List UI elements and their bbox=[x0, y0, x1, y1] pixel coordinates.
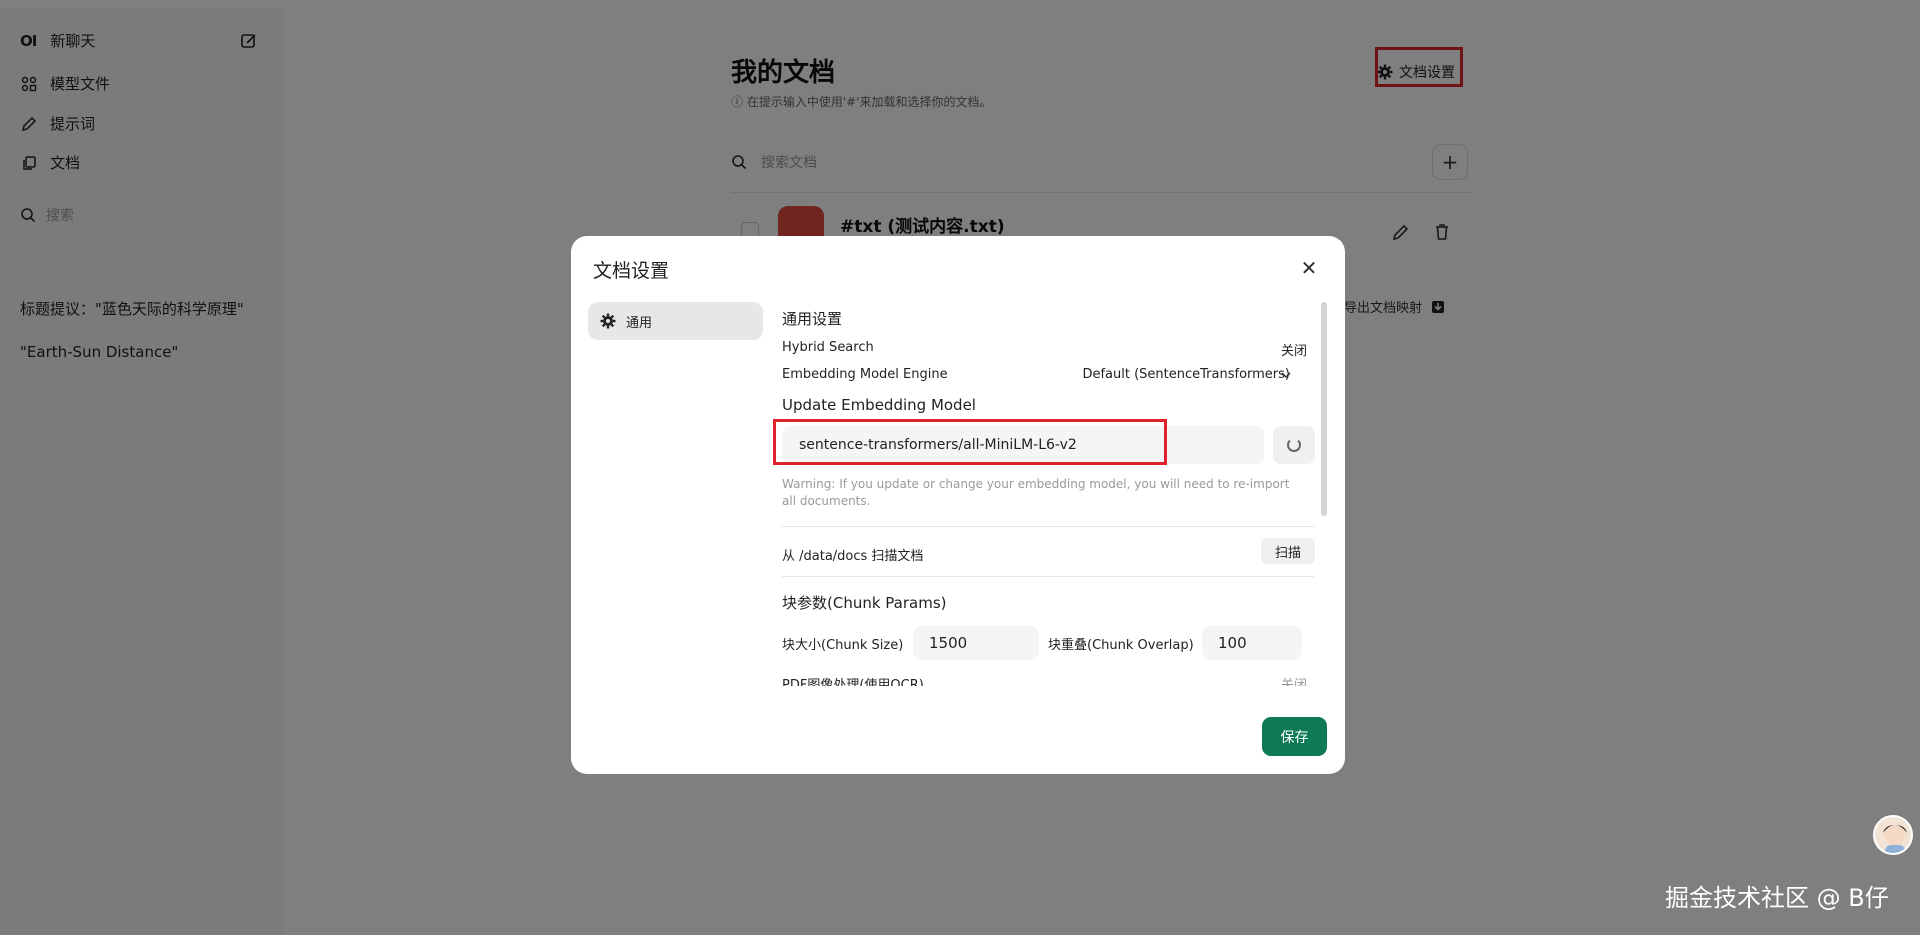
download-model-button[interactable] bbox=[1273, 426, 1315, 464]
save-button[interactable]: 保存 bbox=[1262, 717, 1327, 756]
pdf-ocr-toggle[interactable]: 关闭 bbox=[1281, 674, 1307, 686]
close-icon[interactable]: ✕ bbox=[1297, 256, 1321, 280]
divider bbox=[782, 526, 1314, 527]
settings-scrollbar[interactable] bbox=[1321, 302, 1327, 516]
document-settings-modal: 文档设置 ✕ 通用 通用设置 Hybrid Search 关闭 Embeddin… bbox=[571, 236, 1345, 774]
hybrid-search-label: Hybrid Search bbox=[782, 340, 874, 355]
chunk-params-heading: 块参数(Chunk Params) bbox=[782, 594, 947, 612]
tab-label: 通用 bbox=[626, 315, 653, 331]
chunk-size-label: 块大小(Chunk Size) bbox=[782, 638, 904, 653]
scan-docs-label: 从 /data/docs 扫描文档 bbox=[782, 549, 924, 564]
divider bbox=[782, 576, 1314, 577]
highlight-box-model bbox=[773, 419, 1167, 465]
loading-spinner-icon bbox=[1287, 438, 1301, 452]
chunk-overlap-input[interactable]: 100 bbox=[1202, 626, 1302, 660]
settings-content: 通用设置 Hybrid Search 关闭 Embedding Model En… bbox=[782, 296, 1324, 686]
embedding-engine-label: Embedding Model Engine bbox=[782, 367, 948, 382]
general-settings-heading: 通用设置 bbox=[782, 310, 843, 328]
gear-icon bbox=[600, 313, 616, 329]
pdf-ocr-label: PDF图像处理(使用OCR) bbox=[782, 678, 924, 686]
tab-general[interactable]: 通用 bbox=[588, 302, 763, 340]
embedding-warning: Warning: If you update or change your em… bbox=[782, 477, 1290, 508]
chunk-overlap-label: 块重叠(Chunk Overlap) bbox=[1048, 638, 1194, 653]
modal-title: 文档设置 bbox=[593, 260, 670, 282]
avatar[interactable] bbox=[1873, 815, 1913, 855]
hybrid-search-toggle[interactable]: 关闭 bbox=[1281, 340, 1307, 359]
update-model-heading: Update Embedding Model bbox=[782, 396, 976, 414]
embedding-engine-select[interactable]: Default (SentenceTransformers) bbox=[1082, 367, 1290, 382]
scan-button[interactable]: 扫描 bbox=[1261, 538, 1315, 564]
chevron-down-icon[interactable] bbox=[1280, 369, 1292, 381]
chunk-size-input[interactable]: 1500 bbox=[913, 626, 1039, 660]
watermark: 掘金技术社区 @ B仔 bbox=[1665, 884, 1889, 912]
